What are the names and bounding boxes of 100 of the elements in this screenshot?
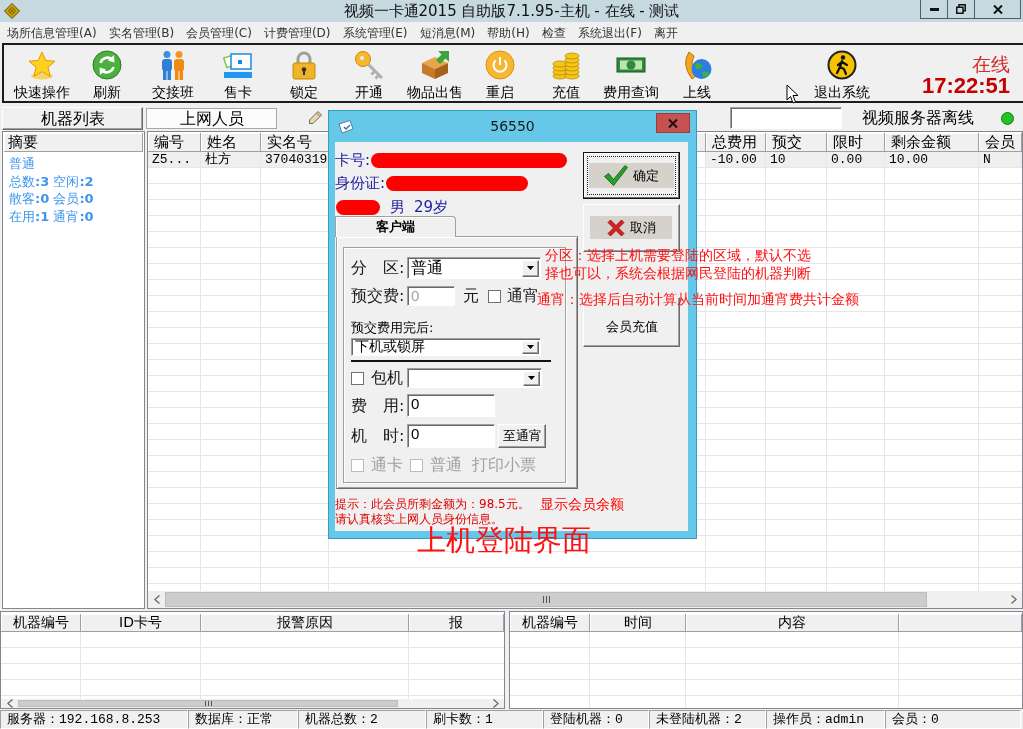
unit-text: 元 [463, 286, 479, 306]
chevron-left-icon [153, 595, 160, 604]
column-header[interactable]: 报警原因 [201, 614, 409, 632]
server-status-text: 视频服务器离线 [861, 107, 975, 129]
column-header[interactable] [899, 614, 1022, 632]
toolbar-button[interactable]: 开通 [336, 45, 402, 101]
table-cell[interactable]: -10.00 [706, 152, 766, 168]
toolbar-button[interactable]: 锁定 [271, 45, 337, 101]
checkbox-label: 通卡 [371, 455, 403, 475]
input-field[interactable]: 0 [407, 424, 495, 448]
chevron-right-icon [492, 699, 499, 708]
menu-item[interactable]: 检查 [535, 24, 572, 41]
table-cell[interactable]: Z5... [148, 152, 201, 168]
toolbar-button[interactable]: 交接班 [140, 45, 206, 101]
column-header[interactable]: 摘要 [4, 133, 143, 152]
power-icon [485, 50, 516, 80]
status-bar-field: 会员：0 [885, 710, 1021, 729]
key-icon [354, 50, 385, 80]
dropdown[interactable]: 普通 [407, 257, 541, 279]
online-status-text: 在线 [972, 53, 1010, 75]
column-header[interactable]: 姓名 [201, 133, 261, 152]
menu-item[interactable]: 系统管理(E) [336, 24, 414, 41]
overnight-button[interactable]: 至通宵 [498, 424, 546, 448]
tab[interactable]: 机器列表 [2, 107, 143, 130]
table-cell[interactable]: 10.00 [885, 152, 979, 168]
checkbox[interactable] [351, 371, 364, 385]
column-header[interactable]: 内容 [686, 614, 899, 632]
toolbar-button[interactable]: 退出系统 [809, 45, 875, 101]
scrollbar-thumb[interactable] [165, 592, 927, 607]
toolbar-button[interactable]: 快速操作 [9, 45, 75, 101]
field-label: 费 用: [351, 395, 406, 416]
pencil-icon [309, 110, 323, 124]
column-header[interactable]: 时间 [590, 614, 686, 632]
caret-icon [527, 266, 534, 270]
age-text: 29岁 [414, 198, 449, 217]
annotation-text: 显示会员余额 [539, 497, 624, 512]
status-bar-field: 数据库：正常 [188, 710, 298, 729]
column-header[interactable]: 会员 [979, 133, 1022, 152]
hint-text: 请认真核实上网人员身份信息。 [335, 512, 503, 526]
cross-icon [607, 219, 625, 237]
menu-item[interactable]: 离开 [647, 24, 684, 41]
toolbar-button[interactable]: 刷新 [74, 45, 140, 101]
toolbar-button[interactable]: 充值 [533, 45, 599, 101]
coins-icon [550, 50, 581, 80]
column-header[interactable]: 总费用 [706, 133, 766, 152]
summary-line: 在用:1 通宵:0 [9, 207, 95, 225]
dropdown[interactable] [407, 368, 542, 388]
column-header[interactable]: ID卡号 [81, 614, 201, 632]
toolbar-button[interactable]: 售卡 [205, 45, 271, 101]
table-cell[interactable]: 10 [766, 152, 827, 168]
checkmark-icon [604, 165, 628, 186]
dialog-button[interactable]: 确定 [583, 152, 680, 199]
menu-item[interactable]: 会员管理(C) [180, 24, 258, 41]
horizontal-scrollbar[interactable] [148, 591, 1022, 608]
column-header[interactable]: 机器编号 [1, 614, 81, 632]
toolbar-button[interactable]: 物品出售 [402, 45, 468, 101]
toolbar-button[interactable]: 上线 [664, 45, 730, 101]
star-icon [26, 50, 57, 80]
table-cell[interactable]: N [979, 152, 1022, 168]
column-header[interactable]: 报 [409, 614, 504, 632]
tab[interactable]: 客户端 [335, 216, 456, 237]
minimize-button[interactable] [920, 0, 948, 19]
walking-person-icon [827, 50, 858, 80]
field-label: 卡号: [335, 151, 371, 170]
horizontal-scrollbar[interactable] [1, 699, 504, 708]
close-button[interactable] [974, 0, 1021, 19]
dropdown[interactable]: 下机或锁屏 [351, 338, 541, 356]
column-header[interactable]: 实名号 [261, 133, 329, 152]
column-header[interactable]: 编号 [148, 133, 201, 152]
column-header[interactable]: 预交 [766, 133, 827, 152]
menu-item[interactable]: 计费管理(D) [257, 24, 337, 41]
column-header[interactable]: 剩余金额 [885, 133, 979, 152]
menu-item[interactable]: 场所信息管理(A) [1, 24, 103, 41]
table-cell[interactable]: 37040319 [261, 152, 329, 168]
status-dot-icon [1001, 112, 1014, 125]
summary-line: 总数:3 空闲:2 [9, 172, 95, 190]
field-label: 身份证: [335, 174, 386, 193]
menu-item[interactable]: 实名管理(B) [102, 24, 181, 41]
card-screen-icon [223, 50, 254, 80]
box-arrow-icon [419, 50, 450, 80]
tab[interactable]: 上网人员 [146, 108, 277, 129]
column-header[interactable]: 机器编号 [510, 614, 590, 632]
input-field[interactable] [730, 107, 842, 129]
menu-item[interactable]: 帮助(H) [481, 24, 536, 41]
column-header[interactable]: 限时 [827, 133, 885, 152]
scrollbar-thumb[interactable] [18, 700, 398, 707]
toolbar-button[interactable]: 重启 [467, 45, 533, 101]
table-cell[interactable]: 杜方 [201, 152, 261, 168]
field-label: 机 时: [351, 426, 406, 446]
checkbox[interactable] [488, 289, 501, 303]
caret-icon [527, 345, 534, 349]
menu-item[interactable]: 短消息(M) [413, 24, 482, 41]
mouse-pointer-icon [786, 84, 799, 104]
input-field[interactable]: 0 [407, 394, 495, 417]
toolbar-button[interactable]: 费用查询 [598, 45, 664, 101]
caret-icon [528, 376, 535, 380]
status-bar-field: 机器总数：2 [298, 710, 426, 729]
menu-item[interactable]: 系统退出(F) [571, 24, 648, 41]
dialog-title: 56550 [490, 117, 535, 136]
table-cell[interactable]: 0.00 [827, 152, 885, 168]
